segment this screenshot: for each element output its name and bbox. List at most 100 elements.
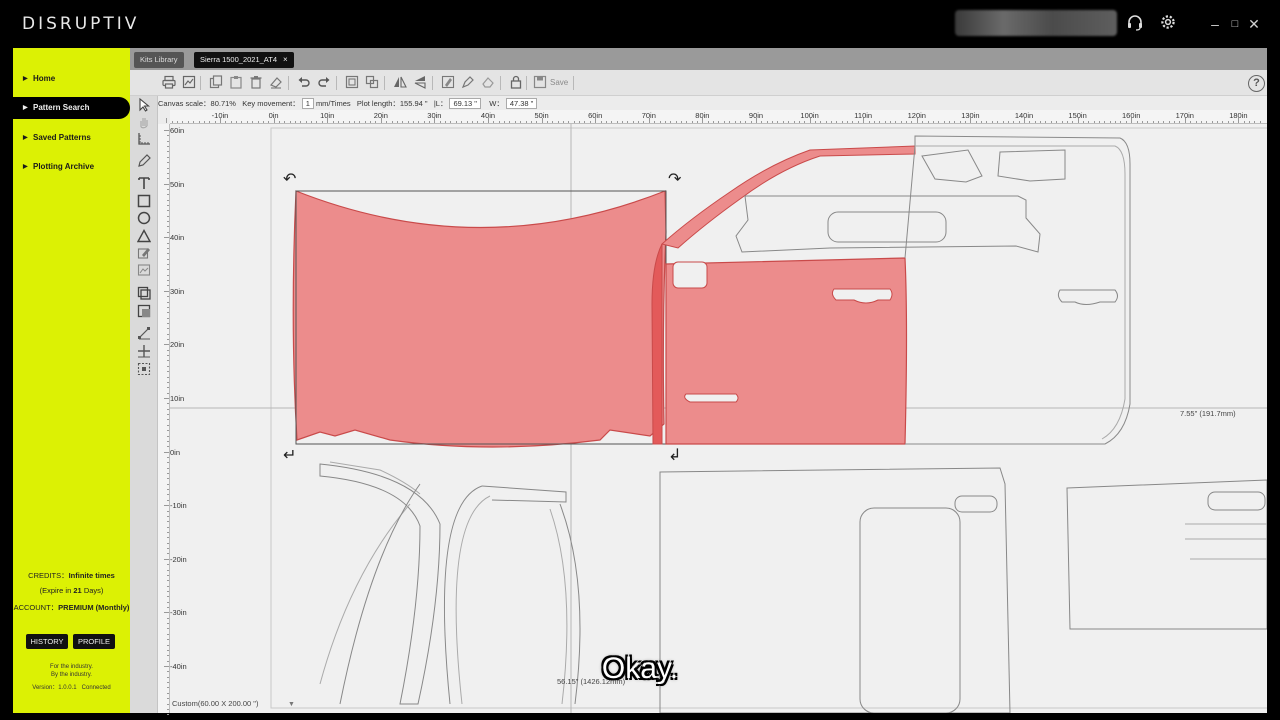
copy-icon[interactable] — [208, 75, 224, 91]
sidebar-item-label: Pattern Search — [33, 103, 90, 112]
save-label[interactable]: Save — [550, 76, 568, 90]
maximize-button[interactable]: □ — [1225, 14, 1245, 34]
rotate-handle-bottom-left[interactable]: ↵ — [283, 447, 296, 464]
ruler-x-tick — [1120, 121, 1122, 123]
user-account-blurred[interactable] — [955, 10, 1117, 36]
node-edit-icon[interactable] — [137, 326, 151, 340]
ruler-x-tick — [911, 121, 913, 123]
door-emblem-cutout — [684, 393, 739, 403]
ruler-x-tick — [311, 121, 313, 123]
ruler-x-tick — [863, 118, 865, 123]
ruler-x-tick — [1211, 121, 1213, 123]
pen-draw-icon[interactable] — [137, 154, 151, 168]
width-input[interactable]: 47.38 " — [505, 98, 538, 109]
ruler-x-tick — [182, 121, 184, 123]
tailgate-lettering-outline — [1185, 523, 1267, 560]
rectangle-tool-icon[interactable] — [137, 194, 151, 208]
support-headset-icon[interactable] — [1125, 14, 1145, 34]
length-input[interactable]: 69.13 " — [449, 98, 481, 109]
ungroup-icon[interactable] — [364, 75, 380, 91]
weld-tool-icon[interactable] — [137, 304, 151, 318]
ruler-y-tick — [167, 253, 169, 255]
pen-tool-icon[interactable] — [460, 75, 476, 91]
ruler-x-tick — [1093, 121, 1095, 123]
ruler-y-tick — [167, 365, 169, 367]
chevron-right-icon: ▶ — [23, 135, 28, 141]
undo-icon[interactable] — [296, 75, 312, 91]
group-icon[interactable] — [344, 75, 360, 91]
ruler-y-tick — [167, 360, 169, 362]
help-icon[interactable]: ? — [1248, 75, 1265, 92]
ruler-x-tick — [707, 121, 709, 123]
hood-pattern[interactable] — [292, 190, 667, 448]
tab-kits-library[interactable]: Kits Library — [134, 52, 184, 68]
circle-tool-icon[interactable] — [137, 211, 151, 225]
edit-node-icon[interactable] — [440, 75, 456, 91]
edit-shape-icon[interactable] — [137, 246, 151, 260]
paste-icon[interactable] — [228, 75, 244, 91]
ruler-x-tick — [402, 121, 404, 123]
ruler-y-tick — [167, 156, 169, 158]
ruler-x-tick — [1206, 121, 1208, 123]
window-trim-1 — [921, 149, 983, 183]
delete-icon[interactable] — [248, 75, 264, 91]
history-button[interactable]: HISTORY — [26, 634, 68, 649]
sidebar-item-pattern-search[interactable]: ▶ Pattern Search — [13, 97, 130, 119]
close-button[interactable]: ✕ — [1244, 14, 1264, 34]
key-movement-input[interactable]: 1 — [301, 98, 314, 109]
redo-icon[interactable] — [316, 75, 332, 91]
ruler-x-tick — [584, 121, 586, 123]
triangle-tool-icon[interactable] — [136, 229, 152, 243]
settings-gear-icon[interactable] — [1158, 14, 1178, 34]
select-arrow-icon[interactable] — [137, 97, 151, 112]
sidebar-item-plotting-archive[interactable]: ▶ Plotting Archive — [13, 156, 130, 178]
ruler-x-tick — [354, 121, 355, 123]
ruler-x-tick — [461, 121, 463, 123]
add-node-icon[interactable] — [137, 344, 151, 358]
ruler-x-tick — [723, 121, 725, 123]
ruler-y-tick — [167, 499, 169, 501]
sidebar-item-saved-patterns[interactable]: ▶ Saved Patterns — [13, 127, 130, 149]
ruler-x-tick — [922, 121, 924, 123]
save-icon[interactable] — [532, 75, 548, 91]
ruler-x-tick — [1222, 121, 1224, 123]
ruler-x-tick — [745, 121, 747, 123]
material-dropdown-icon[interactable]: ▼ — [288, 701, 295, 708]
ruler-x-tick — [772, 121, 774, 123]
preview-icon[interactable] — [181, 75, 197, 91]
ruler-x-tick — [236, 121, 238, 123]
ruler-y-tick — [167, 483, 169, 485]
ruler-x-tick — [654, 121, 656, 123]
align-tool-icon[interactable] — [137, 362, 151, 376]
rotate-handle-bottom-right[interactable]: ↲ — [668, 447, 681, 464]
offset-tool-icon[interactable] — [137, 286, 151, 300]
tab-active-project[interactable]: Sierra 1500_2021_AT4 × — [194, 52, 294, 68]
ruler-measure-icon[interactable] — [137, 132, 151, 146]
lock-icon[interactable] — [508, 75, 524, 91]
sidebar-item-home[interactable]: ▶ Home — [13, 68, 130, 90]
pan-hand-icon[interactable] — [137, 115, 151, 129]
close-tab-icon[interactable]: × — [283, 55, 288, 64]
material-size-label[interactable]: Custom(60.00 X 200.00 ") — [172, 699, 259, 708]
flip-vertical-icon[interactable] — [412, 75, 428, 91]
ruler-x-tick — [1109, 121, 1111, 123]
door-edge-pattern[interactable] — [651, 243, 663, 445]
ruler-y-tick — [167, 633, 169, 635]
minimize-button[interactable]: – — [1205, 14, 1225, 34]
ruler-x-tick — [1002, 121, 1004, 123]
profile-button[interactable]: PROFILE — [73, 634, 115, 649]
text-tool-icon[interactable] — [137, 176, 151, 190]
clear-icon[interactable] — [268, 75, 284, 91]
eraser-icon[interactable] — [480, 75, 496, 91]
flip-horizontal-icon[interactable] — [392, 75, 408, 91]
ruler-x-tick — [557, 121, 559, 123]
rotate-handle-top-right[interactable]: ↷ — [668, 171, 682, 188]
pattern-drawing[interactable]: ↶ ↷ ↵ ↲ 7.55" (191.7mm) 56.15" (1426.12m… — [170, 124, 1267, 713]
ruler-y-tick — [167, 312, 169, 314]
print-icon[interactable] — [161, 75, 177, 91]
image-tool-icon[interactable] — [137, 263, 151, 277]
ruler-y-tick — [167, 692, 169, 694]
a-pillar-pattern[interactable] — [660, 145, 916, 249]
design-canvas[interactable]: ↶ ↷ ↵ ↲ 7.55" (191.7mm) 56.15" (1426.12m… — [170, 124, 1267, 713]
rotate-handle-top-left[interactable]: ↶ — [283, 171, 296, 188]
